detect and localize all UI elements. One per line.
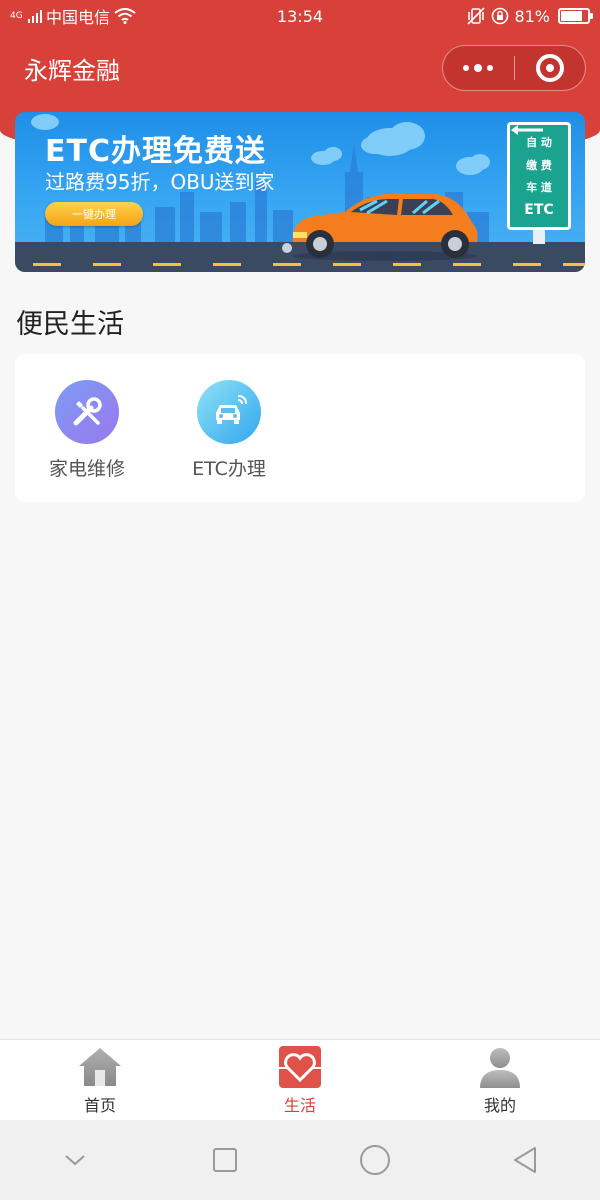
wifi-icon (114, 8, 136, 24)
etc-road-sign: 自 动 缴 费 车 道 ETC (507, 122, 571, 230)
banner-subtitle: 过路费95折，OBU送到家 (45, 170, 275, 194)
nav-bar: 永辉金融 (0, 32, 600, 104)
sign-line: 缴 费 (526, 158, 552, 172)
user-icon (477, 1046, 523, 1088)
more-dot (487, 65, 494, 71)
home-icon (77, 1046, 123, 1088)
status-bar: 4G 中国电信 13:54 81% (0, 0, 600, 32)
more-dot (474, 64, 483, 72)
chevron-down-icon (65, 1155, 85, 1166)
close-button[interactable] (515, 46, 586, 90)
more-button[interactable] (443, 46, 514, 90)
battery-icon (558, 8, 593, 24)
square-icon (213, 1148, 237, 1172)
tab-home[interactable]: 首页 (0, 1040, 200, 1120)
apply-now-button[interactable]: 一键办理 (45, 202, 143, 226)
system-navigation-bar (0, 1120, 600, 1200)
status-left: 4G 中国电信 (10, 4, 136, 28)
service-label: 家电维修 (48, 458, 125, 480)
tab-label: 生活 (283, 1096, 316, 1115)
etc-banner[interactable]: ETC办理免费送 过路费95折，OBU送到家 一键办理 自 动 缴 费 车 道 … (15, 112, 585, 272)
network-type: 4G (10, 10, 23, 21)
tab-label: 我的 (483, 1096, 516, 1115)
recents-button[interactable] (205, 1140, 245, 1180)
heart-icon (277, 1046, 323, 1088)
service-icon-circle (197, 380, 261, 444)
carrier-name: 中国电信 (46, 8, 111, 27)
sign-line: 车 道 (526, 181, 552, 195)
services-card: 家电维修 ETC办理 (15, 354, 585, 502)
signal-icon (28, 10, 42, 23)
tab-mine[interactable]: 我的 (400, 1040, 600, 1120)
hide-nav-button[interactable] (55, 1140, 95, 1180)
service-icon-circle (55, 380, 119, 444)
service-appliance-repair[interactable]: 家电维修 (32, 380, 142, 481)
sign-post (533, 230, 545, 244)
back-button[interactable] (505, 1140, 545, 1180)
service-label: ETC办理 (192, 458, 266, 480)
battery-text: 81% (514, 6, 550, 26)
page-title: 永辉金融 (24, 56, 120, 85)
home-nav-button[interactable] (355, 1140, 395, 1180)
left-arrow-icon (511, 125, 543, 135)
status-right: 81% (466, 6, 593, 26)
close-target-icon (535, 54, 564, 82)
section-title: 便民生活 (16, 309, 124, 340)
back-triangle-icon (514, 1147, 536, 1173)
car-signal-icon (216, 395, 247, 424)
vibrate-off-icon (467, 7, 486, 25)
tab-bar: 首页 生活 我的 (0, 1039, 600, 1120)
mini-program-capsule (442, 45, 586, 91)
more-dot (463, 65, 470, 71)
rotation-lock-icon (492, 7, 509, 25)
banner-title: ETC办理免费送 (45, 134, 266, 169)
service-etc[interactable]: ETC办理 (174, 380, 284, 481)
battery-level (561, 11, 583, 21)
circle-icon (360, 1145, 390, 1175)
tab-life[interactable]: 生活 (200, 1040, 400, 1120)
sign-line: 自 动 (526, 136, 552, 150)
wrench-screwdriver-icon (73, 397, 102, 426)
sign-line: ETC (524, 201, 554, 218)
tab-label: 首页 (83, 1096, 116, 1115)
